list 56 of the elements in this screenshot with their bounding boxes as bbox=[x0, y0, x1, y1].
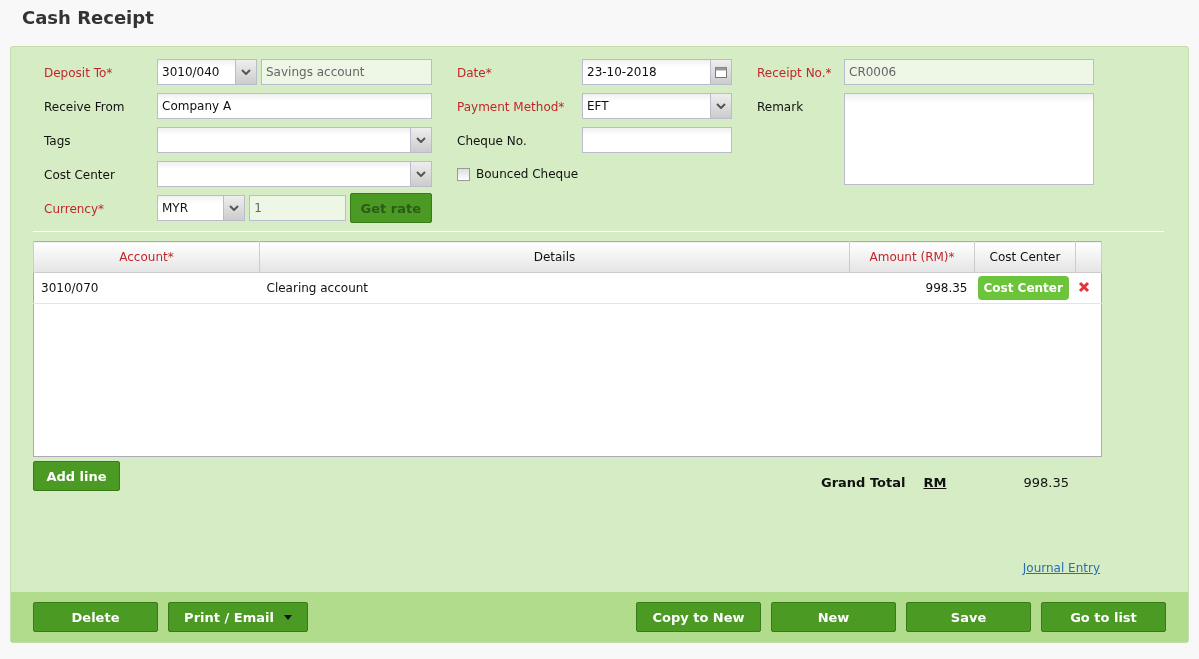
footer-button[interactable]: Delete bbox=[33, 602, 158, 632]
field-label: Tags bbox=[44, 133, 71, 150]
column-header: Account* bbox=[119, 250, 174, 264]
checkbox-label: Bounced Cheque bbox=[476, 167, 579, 181]
text-field[interactable]: Company A bbox=[157, 93, 432, 119]
account-name-field: Savings account bbox=[261, 59, 432, 85]
dropdown-button[interactable] bbox=[410, 162, 431, 186]
account-select[interactable]: 3010/040 bbox=[157, 59, 257, 85]
currency-code: RM bbox=[923, 475, 948, 490]
column-header: Details bbox=[533, 250, 576, 264]
calendar-icon[interactable] bbox=[710, 60, 731, 84]
chevron-down-icon bbox=[416, 137, 426, 143]
add-line-button[interactable]: Add line bbox=[33, 461, 120, 491]
select-field[interactable] bbox=[157, 161, 432, 187]
date-field[interactable]: 23-10-2018 bbox=[582, 59, 732, 85]
chevron-down-icon bbox=[716, 103, 726, 109]
select-field[interactable] bbox=[157, 127, 432, 153]
footer-button[interactable]: New bbox=[771, 602, 896, 632]
print-email-button[interactable]: Print / Email bbox=[168, 602, 308, 632]
dropdown-button[interactable] bbox=[223, 196, 245, 220]
field-label: Receive From bbox=[44, 99, 125, 116]
text-field[interactable] bbox=[582, 127, 732, 153]
caret-icon bbox=[283, 614, 292, 620]
receipt-number-field: CR0006 bbox=[844, 59, 1094, 85]
select-field[interactable]: EFT bbox=[582, 93, 732, 119]
field-label: Receipt No.* bbox=[757, 65, 832, 82]
footer-button[interactable]: Save bbox=[906, 602, 1031, 632]
chevron-down-icon bbox=[241, 69, 251, 75]
journal-entry-link[interactable]: Journal Entry bbox=[1022, 561, 1100, 575]
field-label: Date* bbox=[457, 65, 492, 82]
grand-total-value: 998.35 bbox=[1023, 475, 1069, 490]
dropdown-button[interactable] bbox=[410, 128, 431, 152]
table-cell: 998.35 bbox=[925, 281, 968, 295]
currency-select[interactable]: MYR bbox=[157, 195, 246, 221]
table-cell: 3010/070 bbox=[41, 281, 99, 295]
cost-center-button[interactable]: Cost Center bbox=[977, 276, 1069, 300]
delete-icon[interactable] bbox=[1077, 280, 1090, 293]
dropdown-button[interactable] bbox=[235, 60, 256, 84]
grand-total-label: Grand Total bbox=[821, 475, 906, 490]
field-label: Deposit To* bbox=[44, 65, 113, 82]
dropdown-button[interactable] bbox=[710, 94, 731, 118]
table-cell: Clearing account bbox=[266, 281, 369, 295]
column-header: Amount (RM)* bbox=[869, 250, 955, 264]
footer-button[interactable]: Go to list bbox=[1041, 602, 1166, 632]
checkbox[interactable] bbox=[457, 167, 470, 181]
chevron-down-icon bbox=[229, 205, 240, 211]
field-label: Remark bbox=[757, 99, 804, 116]
page-title: Cash Receipt bbox=[22, 6, 154, 30]
field-label: Cost Center bbox=[44, 167, 115, 184]
column-header: Cost Center bbox=[989, 250, 1061, 264]
field-label: Payment Method* bbox=[457, 99, 565, 116]
field-label: Cheque No. bbox=[457, 133, 527, 150]
footer-button[interactable]: Copy to New bbox=[636, 602, 761, 632]
exchange-rate-field[interactable]: 1 bbox=[249, 195, 346, 221]
field-label: Currency* bbox=[44, 201, 105, 218]
chevron-down-icon bbox=[416, 171, 426, 177]
